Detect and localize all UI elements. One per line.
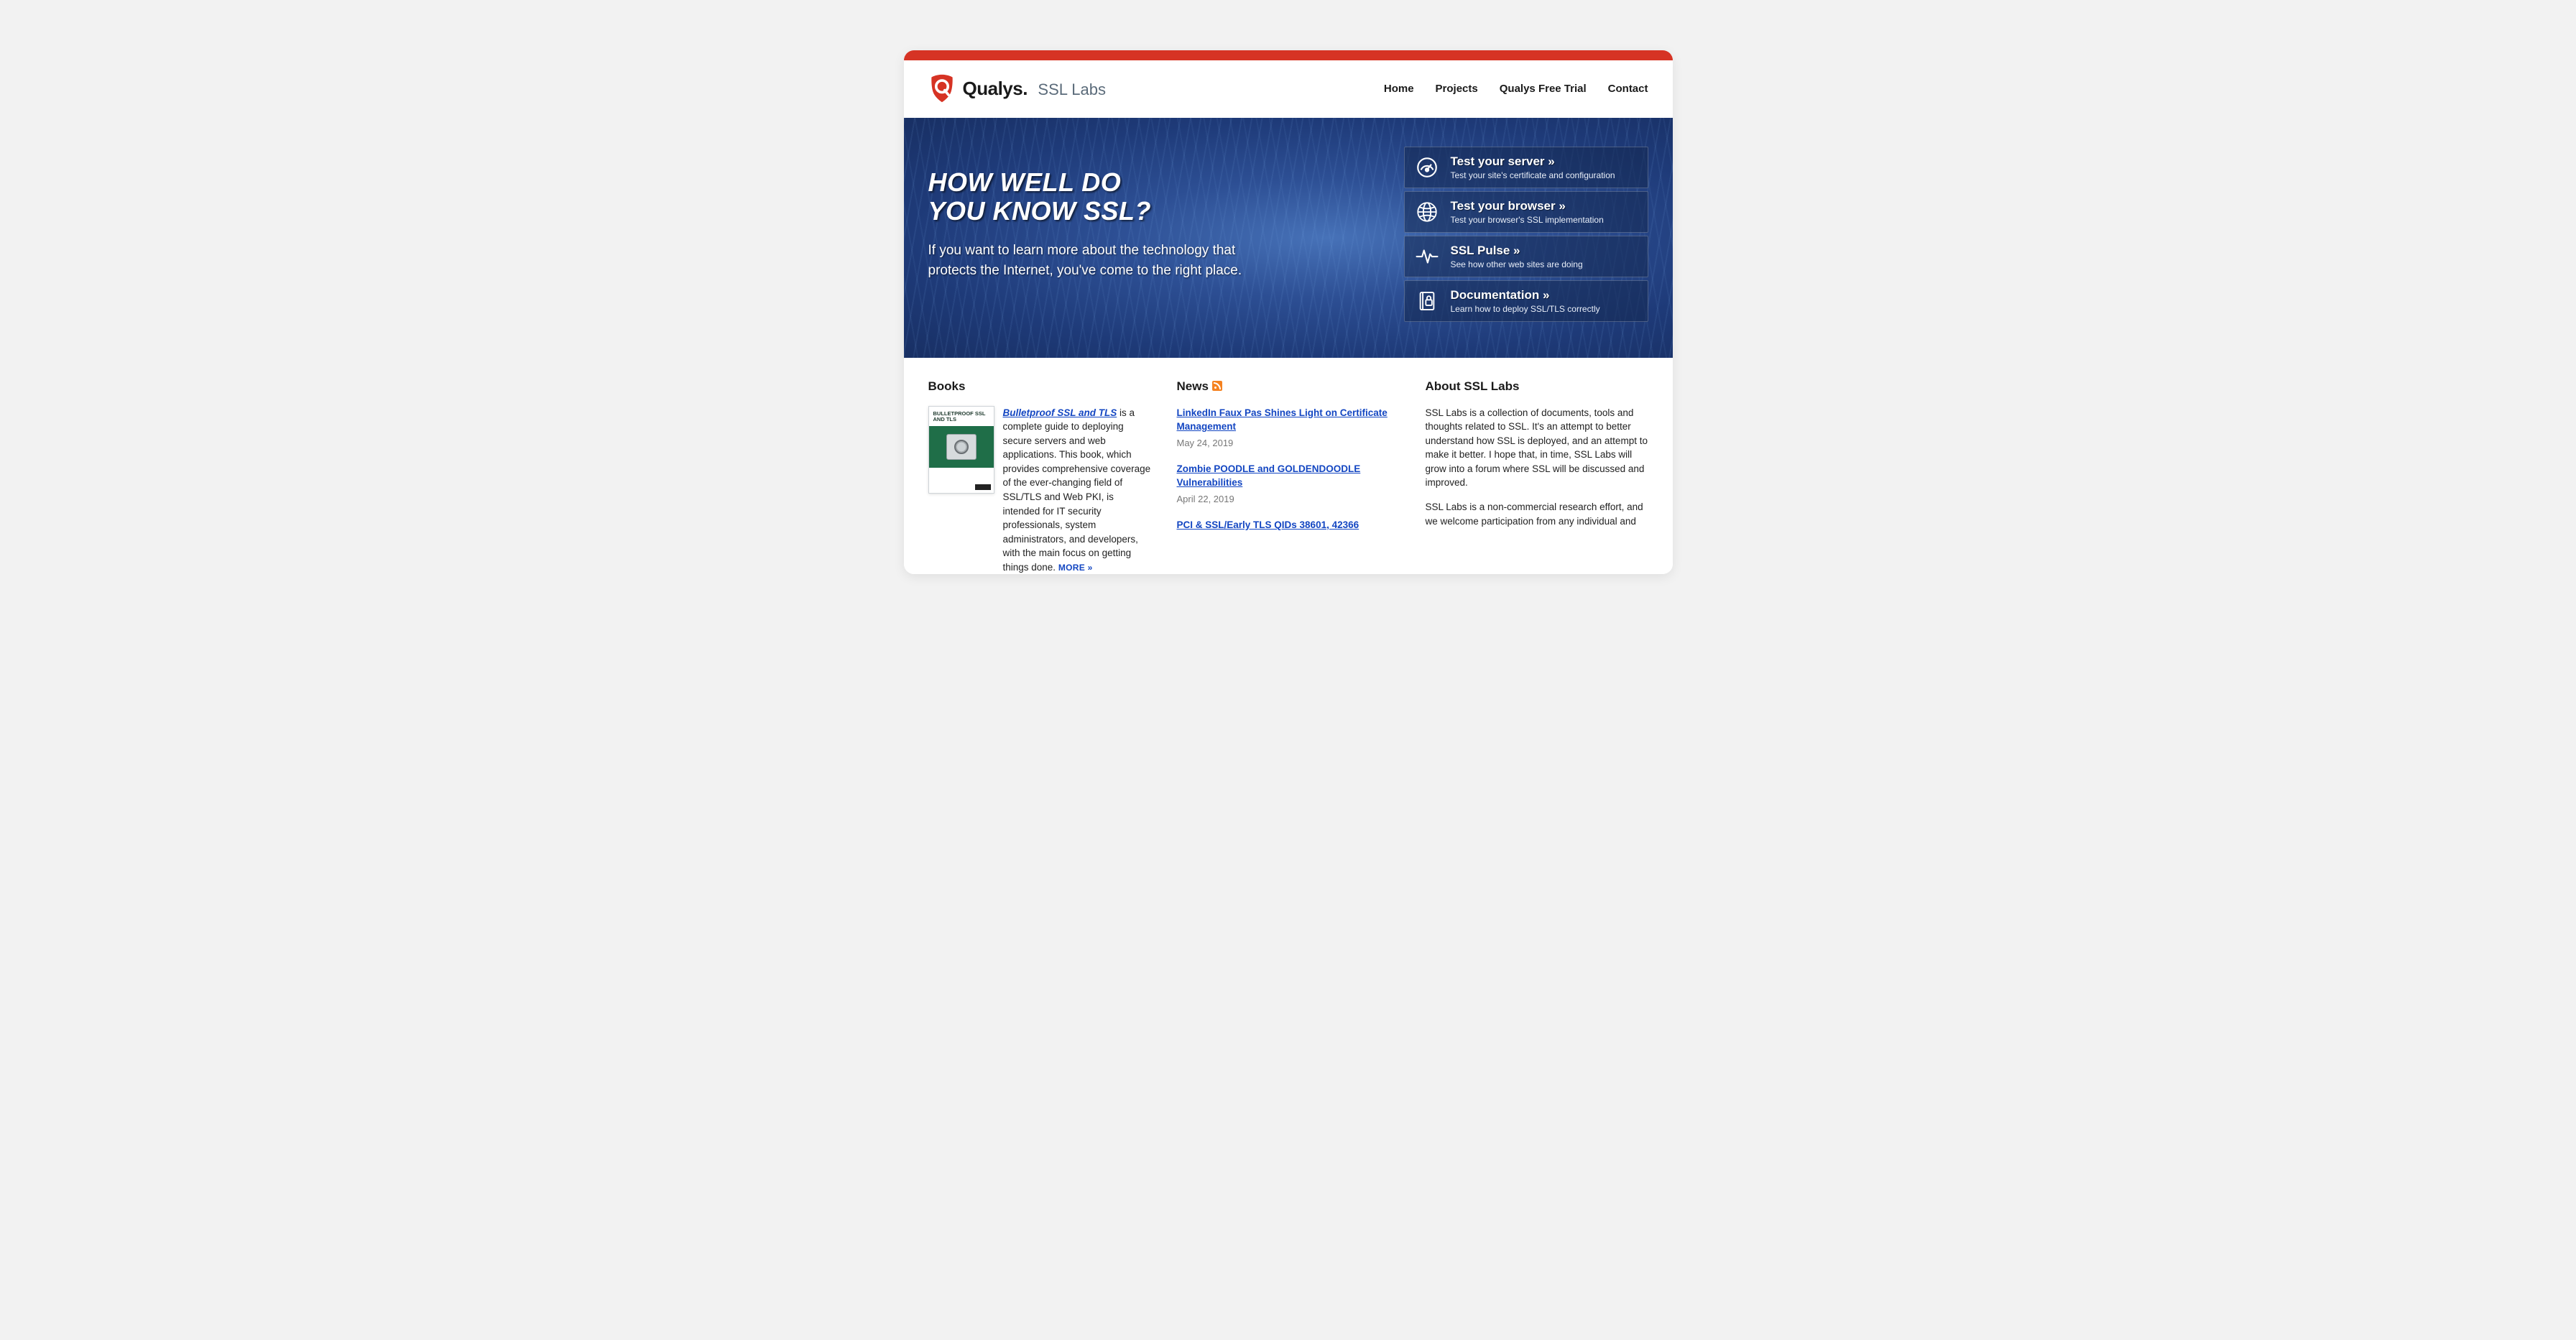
- book-more-link[interactable]: MORE »: [1058, 563, 1093, 573]
- brand-name-text: Qualys: [963, 78, 1023, 99]
- hero-description: If you want to learn more about the tech…: [928, 241, 1273, 280]
- nav-projects[interactable]: Projects: [1436, 83, 1478, 95]
- about-heading: About SSL Labs: [1426, 378, 1648, 396]
- hero: HOW WELL DO YOU KNOW SSL? If you want to…: [904, 118, 1673, 358]
- news-item: PCI & SSL/Early TLS QIDs 38601, 42366: [1177, 518, 1400, 532]
- gauge-icon: [1415, 155, 1439, 180]
- pulse-icon: [1415, 244, 1439, 269]
- panel-title: SSL Pulse »: [1451, 244, 1583, 258]
- brand-dot: .: [1022, 78, 1028, 99]
- content-columns: Books BULLETPROOF SSL AND TLS Bulletproo…: [904, 358, 1673, 574]
- panel-ssl-pulse[interactable]: SSL Pulse » See how other web sites are …: [1404, 236, 1648, 277]
- panel-title: Test your server »: [1451, 154, 1615, 169]
- panel-subtitle: Test your browser's SSL implementation: [1451, 215, 1604, 225]
- brand[interactable]: Qualys. SSL Labs: [928, 73, 1107, 103]
- page-frame: Qualys. SSL Labs Home Projects Qualys Fr…: [904, 50, 1673, 574]
- hero-title: HOW WELL DO YOU KNOW SSL?: [928, 168, 1273, 225]
- news-link[interactable]: PCI & SSL/Early TLS QIDs 38601, 42366: [1177, 519, 1359, 530]
- panel-test-browser[interactable]: Test your browser » Test your browser's …: [1404, 191, 1648, 233]
- hero-title-line1: HOW WELL DO: [928, 168, 1273, 197]
- qualys-logo-icon: [928, 73, 956, 103]
- book-lock-icon: [1415, 289, 1439, 313]
- news-item: Zombie POODLE and GOLDENDOODLE Vulnerabi…: [1177, 462, 1400, 507]
- hero-title-line2: YOU KNOW SSL?: [928, 197, 1273, 226]
- news-heading-text: News: [1177, 379, 1209, 393]
- nav-home[interactable]: Home: [1384, 83, 1414, 95]
- panel-subtitle: Learn how to deploy SSL/TLS correctly: [1451, 304, 1600, 314]
- header: Qualys. SSL Labs Home Projects Qualys Fr…: [904, 60, 1673, 118]
- brand-name: Qualys. SSL Labs: [963, 78, 1107, 100]
- brand-subtitle: SSL Labs: [1038, 80, 1106, 98]
- hero-panel-group: Test your server » Test your site's cert…: [1404, 147, 1648, 322]
- panel-title: Test your browser »: [1451, 199, 1604, 213]
- news-column: News LinkedIn Faux Pas Shines Light on C…: [1177, 378, 1400, 574]
- news-date: May 24, 2019: [1177, 437, 1400, 450]
- books-column: Books BULLETPROOF SSL AND TLS Bulletproo…: [928, 378, 1151, 574]
- nav-free-trial[interactable]: Qualys Free Trial: [1500, 83, 1587, 95]
- panel-documentation[interactable]: Documentation » Learn how to deploy SSL/…: [1404, 280, 1648, 322]
- book-cover[interactable]: BULLETPROOF SSL AND TLS: [928, 406, 994, 494]
- hero-text: HOW WELL DO YOU KNOW SSL? If you want to…: [928, 147, 1273, 322]
- about-column: About SSL Labs SSL Labs is a collection …: [1426, 378, 1648, 574]
- book-cover-footer: [929, 468, 994, 492]
- about-paragraph-1: SSL Labs is a collection of documents, t…: [1426, 406, 1648, 490]
- about-paragraph-2: SSL Labs is a non-commercial research ef…: [1426, 500, 1648, 528]
- book-blurb-text: is a complete guide to deploying secure …: [1003, 407, 1151, 573]
- books-heading: Books: [928, 378, 1151, 396]
- news-link[interactable]: LinkedIn Faux Pas Shines Light on Certif…: [1177, 407, 1388, 433]
- main-nav: Home Projects Qualys Free Trial Contact: [1384, 83, 1648, 95]
- panel-title: Documentation »: [1451, 288, 1600, 302]
- panel-test-server[interactable]: Test your server » Test your site's cert…: [1404, 147, 1648, 188]
- news-link[interactable]: Zombie POODLE and GOLDENDOODLE Vulnerabi…: [1177, 463, 1361, 489]
- nav-contact[interactable]: Contact: [1608, 83, 1648, 95]
- panel-subtitle: Test your site's certificate and configu…: [1451, 170, 1615, 180]
- book-title-link[interactable]: Bulletproof SSL and TLS: [1003, 407, 1117, 418]
- safe-icon: [946, 434, 977, 460]
- rss-icon[interactable]: [1212, 381, 1222, 391]
- book-blurb: Bulletproof SSL and TLS is a complete gu…: [1003, 406, 1151, 575]
- news-date: April 22, 2019: [1177, 493, 1400, 507]
- panel-subtitle: See how other web sites are doing: [1451, 259, 1583, 269]
- book-row: BULLETPROOF SSL AND TLS Bulletproof SSL …: [928, 406, 1151, 575]
- top-accent-bar: [904, 50, 1673, 60]
- news-heading: News: [1177, 378, 1400, 396]
- globe-icon: [1415, 200, 1439, 224]
- news-item: LinkedIn Faux Pas Shines Light on Certif…: [1177, 406, 1400, 450]
- book-cover-title: BULLETPROOF SSL AND TLS: [929, 407, 994, 422]
- book-cover-art: [929, 426, 994, 468]
